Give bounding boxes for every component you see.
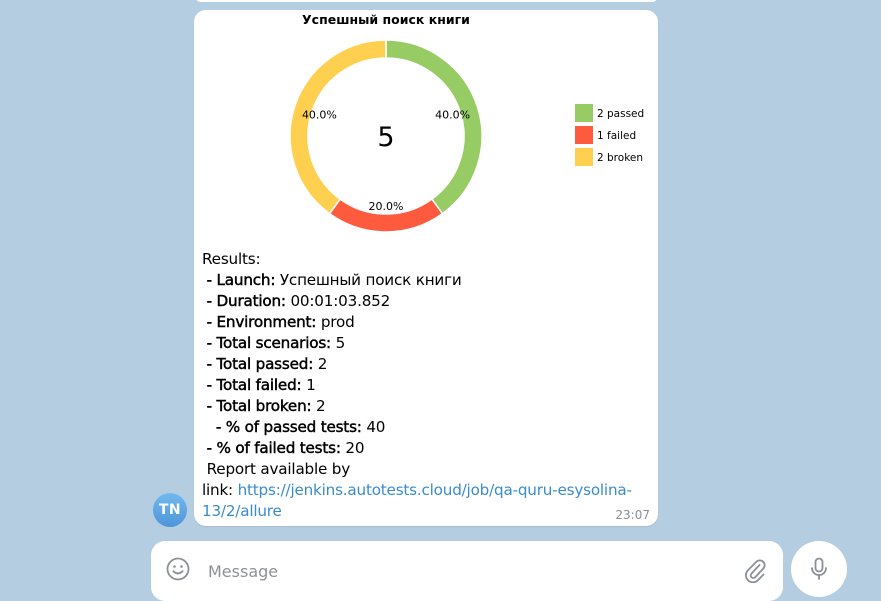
allure-donut-chart: Успешный поиск книги 40.0% 20.0% 40.0% 5 2… (289, 12, 644, 233)
results-text: Results: - Launch: Успешный поиск книги … (202, 249, 642, 522)
results-key: - Total failed: (202, 376, 302, 394)
paperclip-icon[interactable] (743, 556, 767, 584)
message-time: 23:07 (615, 508, 650, 522)
legend-swatch-failed (575, 126, 593, 144)
results-line: - Total scenarios: 5 (202, 333, 642, 354)
results-key: - % of failed tests: (202, 439, 341, 457)
results-value: 00:01:03.852 (285, 292, 391, 310)
results-line: - Total failed: 1 (202, 375, 642, 396)
results-value: Успешный поиск книги (275, 271, 462, 289)
results-value: 2 (313, 355, 328, 373)
legend-swatch-passed (575, 104, 593, 122)
legend-label-failed: 1 failed (597, 130, 636, 142)
microphone-icon (811, 557, 827, 580)
results-key: - Environment: (202, 313, 317, 331)
message-composer (151, 541, 783, 601)
results-line: - Total passed: 2 (202, 354, 642, 375)
message-bubble[interactable]: Успешный поиск книги 40.0% 20.0% 40.0% 5 2… (194, 10, 658, 526)
message-input[interactable] (206, 557, 730, 585)
sender-avatar[interactable]: TN (153, 493, 187, 527)
smile-icon[interactable] (165, 556, 191, 582)
results-key: - % of passed tests: (202, 418, 362, 436)
legend-label-broken: 2 broken (597, 152, 643, 164)
report-link-line: link: https://jenkins.autotests.cloud/jo… (202, 480, 642, 501)
results-line: - Total broken: 2 (202, 396, 642, 417)
results-key: - Launch: (202, 271, 276, 289)
results-key: - Total passed: (202, 355, 314, 373)
report-link[interactable]: https://jenkins.autotests.cloud/job/qa-q… (238, 481, 632, 499)
microphone-button[interactable] (791, 541, 847, 597)
results-line: - Launch: Успешный поиск книги (202, 270, 642, 291)
slice-label-broken: 40.0% (302, 108, 337, 121)
slice-broken (289, 39, 387, 215)
chart-center-total: 5 (377, 122, 394, 153)
slice-label-passed: 40.0% (435, 108, 470, 121)
results-line: - Duration: 00:01:03.852 (202, 291, 642, 312)
chart-title: Успешный поиск книги (302, 12, 470, 27)
results-value: 5 (330, 334, 346, 352)
results-line: - Environment: prod (202, 312, 642, 333)
link-prefix: link: (202, 481, 238, 499)
slice-passed (385, 39, 483, 215)
results-line: - % of passed tests: 40 (202, 417, 642, 438)
results-key: - Total scenarios: (202, 334, 331, 352)
results-line: Report available by (202, 460, 351, 478)
results-value: 20 (340, 439, 365, 457)
results-line: Results: (202, 250, 261, 268)
report-link-continued[interactable]: 13/2/allure (202, 502, 282, 520)
previous-message-edge (195, 0, 658, 2)
results-value: 1 (301, 376, 316, 394)
slice-label-failed: 20.0% (369, 200, 404, 213)
legend-label-passed: 2 passed (597, 108, 644, 120)
results-value: 2 (311, 397, 326, 415)
results-value: 40 (361, 418, 386, 436)
results-key: - Duration: (202, 292, 286, 310)
results-key: - Total broken: (202, 397, 312, 415)
results-value: prod (316, 313, 355, 331)
results-line: - % of failed tests: 20 (202, 438, 642, 459)
legend-swatch-broken (575, 148, 593, 166)
